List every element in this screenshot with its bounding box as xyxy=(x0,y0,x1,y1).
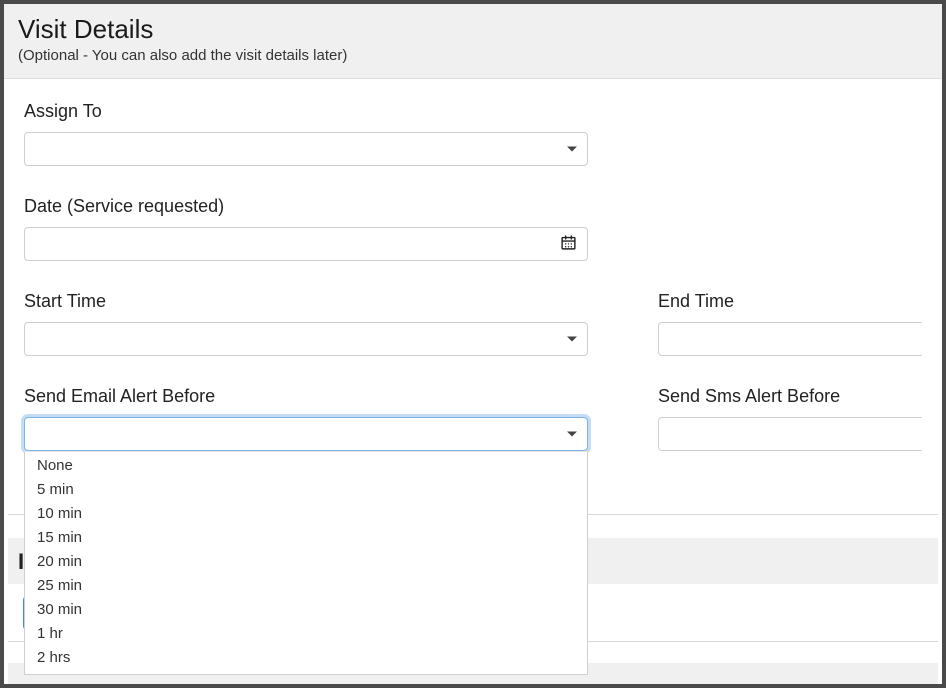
select-assign-to[interactable] xyxy=(24,132,588,166)
row-assign-to: Assign To xyxy=(24,101,922,166)
chevron-down-icon xyxy=(567,337,577,342)
calendar-icon xyxy=(560,234,577,254)
dialog-title: Visit Details xyxy=(18,14,928,45)
form-body: Assign To Date (Service requested) xyxy=(4,79,942,461)
dropdown-email-alert: None5 min10 min15 min20 min25 min30 min1… xyxy=(24,451,588,675)
dropdown-option[interactable]: 15 min xyxy=(25,526,587,550)
dialog-subtitle: (Optional - You can also add the visit d… xyxy=(18,47,928,64)
input-date[interactable] xyxy=(24,227,588,261)
group-assign-to: Assign To xyxy=(24,101,588,166)
input-end-time[interactable] xyxy=(658,322,922,356)
dropdown-option[interactable]: None xyxy=(25,454,587,478)
dropdown-option[interactable]: 10 min xyxy=(25,502,587,526)
dropdown-option[interactable]: 2 hrs xyxy=(25,646,587,670)
dropdown-option[interactable]: 5 min xyxy=(25,478,587,502)
label-email-alert: Send Email Alert Before xyxy=(24,386,588,407)
chevron-down-icon xyxy=(567,147,577,152)
dropdown-option[interactable]: 25 min xyxy=(25,574,587,598)
select-start-time[interactable] xyxy=(24,322,588,356)
group-sms-alert: Send Sms Alert Before xyxy=(658,386,922,451)
dropdown-option[interactable]: 30 min xyxy=(25,598,587,622)
dialog-frame: Visit Details (Optional - You can also a… xyxy=(0,0,946,688)
row-times: Start Time End Time xyxy=(24,291,922,356)
group-date: Date (Service requested) xyxy=(24,196,588,261)
dialog-header: Visit Details (Optional - You can also a… xyxy=(4,4,942,79)
group-start-time: Start Time xyxy=(24,291,588,356)
row-alerts: Send Email Alert Before None5 min10 min1… xyxy=(24,386,922,451)
select-email-alert[interactable] xyxy=(24,417,588,451)
label-start-time: Start Time xyxy=(24,291,588,312)
label-end-time: End Time xyxy=(658,291,922,312)
group-end-time: End Time xyxy=(658,291,922,356)
input-sms-alert[interactable] xyxy=(658,417,922,451)
row-date: Date (Service requested) xyxy=(24,196,922,261)
dropdown-option[interactable]: 1 hr xyxy=(25,622,587,646)
label-date: Date (Service requested) xyxy=(24,196,588,217)
dropdown-option[interactable]: 20 min xyxy=(25,550,587,574)
label-sms-alert: Send Sms Alert Before xyxy=(658,386,922,407)
label-assign-to: Assign To xyxy=(24,101,588,122)
group-email-alert: Send Email Alert Before None5 min10 min1… xyxy=(24,386,588,451)
chevron-down-icon xyxy=(567,432,577,437)
